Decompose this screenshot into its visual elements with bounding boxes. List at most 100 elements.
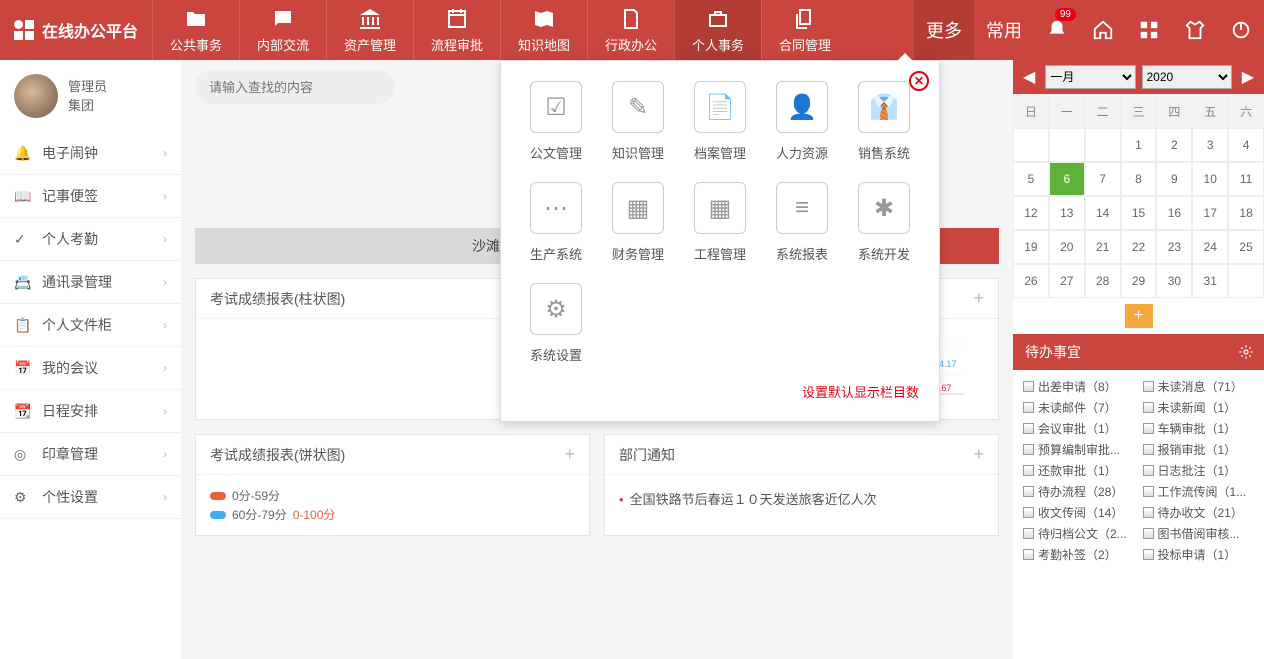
calendar-day[interactable]: 10 (1192, 162, 1228, 196)
more-app-item[interactable]: ▦工程管理 (685, 182, 755, 263)
todo-item[interactable]: 未读新闻（1） (1143, 399, 1255, 416)
calendar-add-button[interactable]: + (1125, 304, 1153, 328)
sidebar-item[interactable]: 📆日程安排› (0, 390, 181, 433)
todo-item[interactable]: 投标申请（1） (1143, 546, 1255, 563)
calendar-day[interactable]: 25 (1228, 230, 1264, 264)
sidebar-item[interactable]: 📋个人文件柜› (0, 304, 181, 347)
calendar-day[interactable]: 14 (1085, 196, 1121, 230)
cal-next[interactable]: ▶ (1238, 67, 1258, 87)
todo-item[interactable]: 待归档公文（2... (1023, 525, 1135, 542)
todo-item[interactable]: 工作流传阅（1... (1143, 483, 1255, 500)
calendar-day[interactable]: 26 (1013, 264, 1049, 298)
more-app-item[interactable]: ▦财务管理 (603, 182, 673, 263)
calendar-day[interactable]: 22 (1121, 230, 1157, 264)
calendar-day[interactable]: 19 (1013, 230, 1049, 264)
cal-prev[interactable]: ◀ (1019, 67, 1039, 87)
calendar-day[interactable]: 31 (1192, 264, 1228, 298)
todo-item[interactable]: 未读邮件（7） (1023, 399, 1135, 416)
todo-item[interactable]: 收文传阅（14） (1023, 504, 1135, 521)
close-button[interactable]: ✕ (909, 71, 929, 91)
more-app-item[interactable]: ⚙系统设置 (521, 283, 591, 364)
todo-item[interactable]: 报销审批（1） (1143, 441, 1255, 458)
nav-knowledge[interactable]: 知识地图 (500, 0, 587, 60)
todo-item[interactable]: 未读消息（71） (1143, 378, 1255, 395)
todo-item[interactable]: 出差申请（8） (1023, 378, 1135, 395)
calendar-day[interactable]: 12 (1013, 196, 1049, 230)
todo-item[interactable]: 图书借阅审核... (1143, 525, 1255, 542)
more-app-item[interactable]: ✱系统开发 (849, 182, 919, 263)
calendar-day[interactable]: 18 (1228, 196, 1264, 230)
year-select[interactable]: 2020 (1142, 65, 1232, 89)
sidebar-item[interactable]: 📖记事便签› (0, 175, 181, 218)
calendar-day[interactable]: 11 (1228, 162, 1264, 196)
more-app-item[interactable]: ≡系统报表 (767, 182, 837, 263)
more-settings-link[interactable]: 设置默认显示栏目数 (521, 382, 919, 401)
calendar-day[interactable]: 23 (1156, 230, 1192, 264)
month-select[interactable]: 一月 (1045, 65, 1135, 89)
sidebar-item[interactable]: ⚙个性设置› (0, 476, 181, 519)
calendar-day[interactable]: 6 (1049, 162, 1085, 196)
nav-internal-comm[interactable]: 内部交流 (239, 0, 326, 60)
sidebar-item[interactable]: ✓个人考勤› (0, 218, 181, 261)
calendar-day[interactable]: 2 (1156, 128, 1192, 162)
power-button[interactable] (1218, 0, 1264, 60)
todo-item[interactable]: 考勤补签（2） (1023, 546, 1135, 563)
sidebar-item[interactable]: ◎印章管理› (0, 433, 181, 476)
more-app-item[interactable]: 👔销售系统 (849, 81, 919, 162)
gear-icon[interactable] (1238, 344, 1254, 360)
sidebar-item[interactable]: 🔔电子闹钟› (0, 132, 181, 175)
home-button[interactable] (1080, 0, 1126, 60)
calendar-day[interactable]: 16 (1156, 196, 1192, 230)
panel-add-button[interactable]: + (973, 444, 984, 465)
more-app-item[interactable]: ⋯生产系统 (521, 182, 591, 263)
nav-public-affairs[interactable]: 公共事务 (152, 0, 239, 60)
sidebar-item[interactable]: 📇通讯录管理› (0, 261, 181, 304)
todo-item[interactable]: 待办流程（28） (1023, 483, 1135, 500)
calendar-day[interactable]: 5 (1013, 162, 1049, 196)
panel-add-button[interactable]: + (564, 444, 575, 465)
calendar-day[interactable]: 29 (1121, 264, 1157, 298)
nav-admin[interactable]: 行政办公 (587, 0, 674, 60)
calendar-day[interactable] (1049, 128, 1085, 162)
todo-item[interactable]: 待办收文（21） (1143, 504, 1255, 521)
calendar-day[interactable]: 20 (1049, 230, 1085, 264)
calendar-day[interactable]: 4 (1228, 128, 1264, 162)
nav-contract[interactable]: 合同管理 (761, 0, 848, 60)
calendar-day[interactable]: 28 (1085, 264, 1121, 298)
calendar-day[interactable]: 8 (1121, 162, 1157, 196)
calendar-day[interactable]: 9 (1156, 162, 1192, 196)
search-input[interactable] (209, 80, 385, 95)
calendar-day[interactable]: 24 (1192, 230, 1228, 264)
todo-item[interactable]: 车辆审批（1） (1143, 420, 1255, 437)
calendar-day[interactable] (1228, 264, 1264, 298)
calendar-day[interactable] (1085, 128, 1121, 162)
calendar-day[interactable]: 13 (1049, 196, 1085, 230)
todo-item[interactable]: 日志批注（1） (1143, 462, 1255, 479)
more-app-item[interactable]: 📄档案管理 (685, 81, 755, 162)
calendar-day[interactable] (1013, 128, 1049, 162)
more-button[interactable]: 更多 (914, 0, 974, 60)
app-logo[interactable]: 在线办公平台 (0, 0, 152, 60)
calendar-day[interactable]: 30 (1156, 264, 1192, 298)
nav-workflow[interactable]: 流程审批 (413, 0, 500, 60)
more-app-item[interactable]: ☑公文管理 (521, 81, 591, 162)
calendar-day[interactable]: 27 (1049, 264, 1085, 298)
notification-button[interactable]: 99 (1034, 0, 1080, 60)
sidebar-item[interactable]: 📅我的会议› (0, 347, 181, 390)
calendar-day[interactable]: 3 (1192, 128, 1228, 162)
apps-button[interactable] (1126, 0, 1172, 60)
todo-item[interactable]: 还款审批（1） (1023, 462, 1135, 479)
theme-button[interactable] (1172, 0, 1218, 60)
nav-personal[interactable]: 个人事务 (674, 0, 761, 60)
calendar-day[interactable]: 7 (1085, 162, 1121, 196)
todo-item[interactable]: 预算编制审批... (1023, 441, 1135, 458)
more-app-item[interactable]: 👤人力资源 (767, 81, 837, 162)
panel-add-button[interactable]: + (973, 288, 984, 309)
calendar-day[interactable]: 15 (1121, 196, 1157, 230)
calendar-day[interactable]: 17 (1192, 196, 1228, 230)
notice-item[interactable]: 全国铁路节后春运１０天发送旅客近亿人次 (619, 485, 984, 512)
calendar-day[interactable]: 21 (1085, 230, 1121, 264)
todo-item[interactable]: 会议审批（1） (1023, 420, 1135, 437)
more-app-item[interactable]: ✎知识管理 (603, 81, 673, 162)
user-block[interactable]: 管理员 集团 (0, 60, 181, 132)
